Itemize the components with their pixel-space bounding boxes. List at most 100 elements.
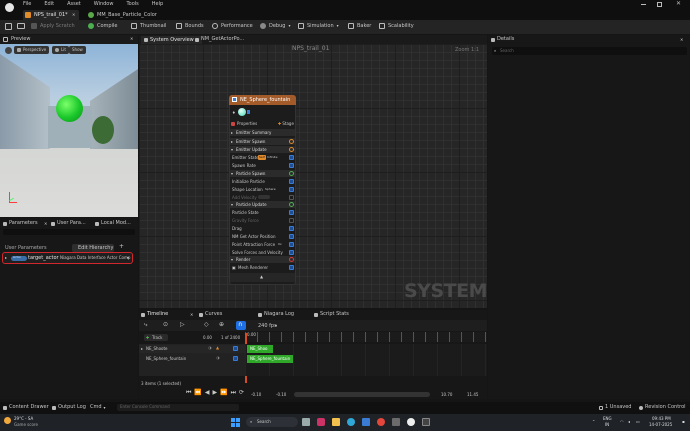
notification-icon[interactable]: ▪ — [682, 420, 685, 424]
document-tab-asset[interactable]: NPS_trail_01* ✕ — [23, 10, 79, 20]
key-icon[interactable]: ◇ — [204, 322, 209, 328]
time-input[interactable]: 0.00 — [203, 336, 212, 340]
parameter-row-target-actor[interactable]: ▸ Actor target_actor Niagara Data Interf… — [2, 252, 133, 264]
drag-checkbox[interactable] — [289, 226, 294, 231]
compile-button[interactable]: Compile — [88, 23, 117, 29]
isolate-icon[interactable]: ◑ — [208, 346, 212, 350]
menu-help[interactable]: Help — [152, 2, 163, 7]
transform-icon[interactable]: ⊕ — [219, 322, 224, 328]
step-back-icon[interactable]: ⏪ — [194, 390, 201, 396]
add-module-icon[interactable] — [289, 139, 294, 144]
reverse-icon[interactable]: ◀ — [205, 390, 210, 396]
show-button[interactable]: Show — [69, 46, 86, 54]
viewport-options-button[interactable] — [5, 47, 12, 54]
store-icon[interactable] — [362, 418, 370, 426]
document-tab-material[interactable]: MM_Base_Particle_Color — [86, 10, 166, 20]
details-search-input[interactable]: ⌕ Search — [492, 47, 687, 55]
initialize-particle-checkbox[interactable] — [289, 179, 294, 184]
chrome-icon[interactable] — [377, 418, 385, 426]
time-ruler[interactable] — [245, 332, 487, 342]
bounds-button[interactable]: Bounds — [176, 23, 204, 29]
add-module-icon[interactable] — [289, 171, 294, 176]
widgets-icon[interactable] — [317, 418, 325, 426]
menu-tools[interactable]: Tools — [126, 2, 138, 7]
revision-control-button[interactable]: Revision Control — [639, 405, 686, 410]
console-input[interactable]: Enter Console Command — [117, 404, 239, 411]
unsaved-indicator[interactable]: 1 Unsaved — [599, 405, 631, 410]
isolate-icon[interactable]: ◑ — [216, 356, 220, 360]
baker-button[interactable]: Baker — [348, 23, 371, 29]
simulation-button[interactable]: Simulation ▾ — [298, 23, 339, 29]
debug-button[interactable]: Debug ▾ — [260, 23, 290, 29]
add-parameter-button[interactable]: + — [119, 244, 124, 250]
details-tab[interactable]: Details — [491, 37, 514, 42]
nm-get-actor-position-checkbox[interactable] — [289, 234, 294, 239]
preview-viewport[interactable] — [0, 44, 138, 217]
battery-icon[interactable]: ▭ — [636, 420, 640, 424]
menu-asset[interactable]: Asset — [67, 2, 81, 7]
edit-hierarchy-button[interactable]: Edit Hierarchy — [72, 244, 114, 252]
particle-state-checkbox[interactable] — [289, 210, 294, 215]
playback-icon[interactable]: ▷ — [180, 322, 185, 328]
gravity-force-checkbox[interactable] — [289, 218, 294, 223]
point-attraction-checkbox[interactable] — [289, 242, 294, 247]
edge-icon[interactable] — [347, 418, 355, 426]
task-view-icon[interactable] — [302, 418, 310, 426]
add-stage-button[interactable]: ✚ Stage — [278, 122, 294, 126]
skip-end-icon[interactable]: ⏭ — [231, 390, 236, 396]
tray-chevron-icon[interactable]: ⌃ — [592, 420, 595, 424]
thumbnail-button[interactable]: Thumbnail — [131, 23, 166, 29]
play-icon[interactable]: ▶ — [213, 390, 218, 396]
shape-location-checkbox[interactable] — [289, 187, 294, 192]
output-log-button[interactable]: Output Log — [52, 405, 86, 410]
add-velocity-checkbox[interactable] — [289, 195, 294, 200]
close-icon[interactable]: ✕ — [680, 38, 683, 42]
wifi-icon[interactable]: ◠ — [620, 420, 624, 424]
lit-button[interactable]: Lit — [52, 46, 69, 54]
niagara-log-tab[interactable]: Niagara Log — [258, 312, 294, 317]
save-icon[interactable] — [5, 23, 12, 30]
emitter-enable-checkbox[interactable] — [232, 97, 237, 102]
content-drawer-button[interactable]: Content Drawer — [3, 405, 49, 410]
app-icon[interactable] — [392, 418, 400, 426]
app-icon-2[interactable] — [422, 418, 430, 426]
fps-selector[interactable]: 240 fps — [258, 324, 277, 329]
weather-temp[interactable]: 29°C - SA — [14, 417, 33, 421]
track-shooter-checkbox[interactable] — [233, 346, 238, 351]
performance-button[interactable]: Performance — [212, 23, 253, 29]
properties-button[interactable]: Properties — [231, 122, 257, 126]
clock-time[interactable]: 09:43 PM — [652, 417, 671, 421]
menu-edit[interactable]: Edit — [44, 2, 54, 7]
parameters-tab[interactable]: Parameters — [3, 221, 38, 226]
perspective-button[interactable]: Perspective — [14, 46, 50, 54]
emitter-state-checkbox[interactable] — [289, 155, 294, 160]
scalability-button[interactable]: Scalability — [379, 23, 414, 29]
add-velocity-toggle[interactable] — [258, 195, 270, 199]
maximize-button[interactable] — [657, 2, 662, 7]
tab-close-icon[interactable]: ✕ — [72, 13, 75, 17]
file-explorer-icon[interactable] — [332, 418, 340, 426]
language-indicator[interactable]: ENG — [603, 417, 612, 421]
close-icon[interactable]: ✕ — [676, 1, 681, 7]
snap-icon[interactable]: ⊙ — [163, 322, 168, 328]
apply-scratch-button[interactable]: Apply Scratch — [31, 23, 75, 29]
close-icon[interactable]: ✕ — [190, 313, 193, 317]
track-sphere-checkbox[interactable] — [233, 356, 238, 361]
timeline-tab[interactable]: Timeline — [141, 312, 168, 317]
mesh-renderer-checkbox[interactable] — [289, 265, 294, 270]
curves-tab[interactable]: Curves — [199, 312, 222, 317]
unreal-logo-icon[interactable] — [5, 3, 14, 12]
script-stats-tab[interactable]: Script Stats — [314, 312, 349, 317]
taskbar-search[interactable]: ⌕ Search — [246, 417, 298, 427]
close-icon[interactable]: ✕ — [130, 37, 133, 41]
browse-icon[interactable] — [17, 23, 25, 29]
solve-forces-checkbox[interactable] — [289, 250, 294, 255]
system-overview-tab[interactable]: System Overview ✕ — [141, 36, 203, 44]
chevron-down-icon[interactable]: ▾ — [127, 256, 129, 260]
minimize-button[interactable] — [641, 4, 646, 5]
start-button[interactable] — [231, 418, 240, 427]
step-forward-icon[interactable]: ⏩ — [220, 390, 227, 396]
graph-canvas[interactable] — [139, 44, 487, 308]
cmd-button[interactable]: Cmd ▾ — [90, 405, 106, 410]
get-actor-position-tab[interactable]: NM_GetActorPo... — [195, 37, 244, 42]
